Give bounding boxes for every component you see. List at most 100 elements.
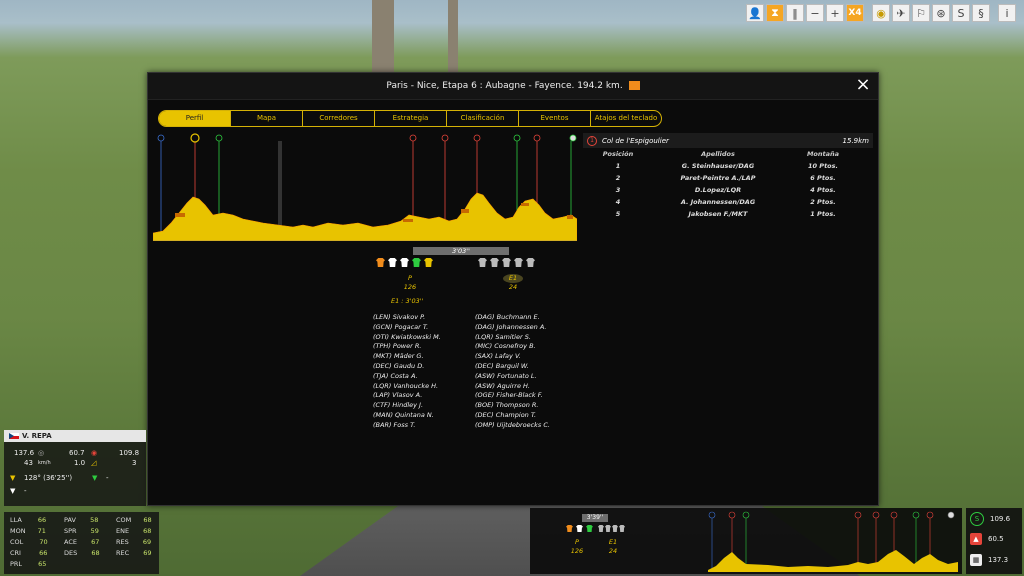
stat-prl: PRL 65 <box>10 560 47 568</box>
list-item[interactable]: (DEC) Gaudu D. <box>373 362 441 372</box>
cell-name: A. Johannessen/DAG <box>680 198 756 206</box>
sprint-marker-icon <box>513 134 521 142</box>
mini-elevation-profile <box>708 550 958 572</box>
hourglass-icon[interactable]: ⧗ <box>766 4 784 22</box>
green-jersey-icon: ▼ <box>92 474 98 482</box>
list-item[interactable]: (DAG) Buchmann E. <box>475 313 550 323</box>
list-item[interactable]: (MAN) Quintana N. <box>373 411 441 421</box>
lead-group-jerseys[interactable] <box>376 258 433 267</box>
list-item[interactable]: (LAP) Vlasov A. <box>373 391 441 401</box>
table-row[interactable]: 5 Jakobsen F./MKT 1 Ptos. <box>583 208 873 220</box>
list-item[interactable]: (DAG) Johannessen A. <box>475 323 550 333</box>
tab-corredores[interactable]: Corredores <box>303 111 375 126</box>
stat-com: COM 68 <box>116 516 152 524</box>
table-row[interactable]: 3 D.Lopez/LQR 4 Ptos. <box>583 184 873 196</box>
stage-profile-chart[interactable] <box>153 133 577 241</box>
rider-ranking: 128° (36'25'') <box>24 474 73 482</box>
close-button[interactable]: × <box>854 76 872 95</box>
group-riders-col2: (DAG) Buchmann E. (DAG) Johannessen A. (… <box>475 313 550 431</box>
stat-ene: ENE 68 <box>116 527 152 535</box>
list-item[interactable]: (OTI) Kwiatkowski M. <box>373 333 441 343</box>
climb-marker-icon <box>872 511 880 519</box>
jersey-icon <box>526 258 535 267</box>
helicopter-icon[interactable]: ✈ <box>892 4 910 22</box>
list-item[interactable]: (GCN) Pogacar T. <box>373 323 441 333</box>
list-item[interactable]: (BAR) Foss T. <box>373 421 441 431</box>
table-row[interactable]: 2 Paret-Peintre A./LAP 6 Ptos. <box>583 172 873 184</box>
mini-race-panel[interactable]: 3'39'' P 126 E1 24 <box>530 508 962 574</box>
speed-button[interactable]: X4 <box>846 4 864 22</box>
list-item[interactable]: (ASW) Aguirre H. <box>475 382 550 392</box>
strategy-icon[interactable]: § <box>972 4 990 22</box>
jersey-icon <box>566 525 573 532</box>
chase-group-jerseys[interactable] <box>478 258 535 267</box>
minus-icon[interactable]: − <box>806 4 824 22</box>
speed-unit: km/h <box>38 460 51 466</box>
tab-clasificacion[interactable]: Clasificación <box>447 111 519 126</box>
group-gap-bar: 3'03'' <box>413 247 509 255</box>
dialog-titlebar: Paris - Nice, Etapa 6 : Aubagne - Fayenc… <box>148 73 878 100</box>
tab-atajos[interactable]: Atajos del teclado <box>591 111 661 126</box>
stat-cri: CRI 66 <box>10 549 48 557</box>
sprint-icon[interactable]: S <box>952 4 970 22</box>
pause-icon[interactable]: ‖ <box>786 4 804 22</box>
list-item[interactable]: (BOE) Thompson R. <box>475 401 550 411</box>
list-item[interactable]: (TPH) Power R. <box>373 342 441 352</box>
elevation-profile <box>153 192 577 241</box>
wheel-icon[interactable]: ⊛ <box>932 4 950 22</box>
moto-icon[interactable]: ⚐ <box>912 4 930 22</box>
chase-group-label[interactable]: E1 <box>503 274 523 283</box>
jersey-icon <box>502 258 511 267</box>
list-item[interactable]: (OGE) Fisher-Black F. <box>475 391 550 401</box>
list-item[interactable]: (DEC) Champion T. <box>475 411 550 421</box>
table-row[interactable]: 1 G. Steinhauser/DAG 10 Ptos. <box>583 160 873 172</box>
list-item[interactable]: (TJA) Costa A. <box>373 372 441 382</box>
stage-flag-icon <box>628 81 640 90</box>
right-stats-panel: S 109.6 ▲ 60.5 ▦ 137.3 <box>966 508 1022 574</box>
rider-name-bar[interactable]: V. REPA <box>4 430 146 442</box>
rider-panel[interactable]: V. REPA 137.6 ◎ 60.7 ◉ 109.8 43 km/h 1.0… <box>4 430 146 506</box>
list-item[interactable]: (DEC) Barguil W. <box>475 362 550 372</box>
rider-name: V. REPA <box>22 432 52 440</box>
tab-perfil[interactable]: Perfil <box>159 111 231 126</box>
sprint-marker-icon <box>912 511 920 519</box>
climb-ranking: 1 Col de l'Espigoulier 15.9km Posición A… <box>583 133 873 220</box>
plus-icon[interactable]: + <box>826 4 844 22</box>
cell-name: G. Steinhauser/DAG <box>681 162 755 170</box>
stat-lla: LLA 66 <box>10 516 47 524</box>
stat-des: DES 68 <box>64 549 100 557</box>
rider-white-value: - <box>24 487 27 495</box>
stat-pav: PAV 58 <box>64 516 99 524</box>
rider-icon[interactable]: 👤 <box>746 4 764 22</box>
table-row[interactable]: 4 A. Johannessen/DAG 2 Ptos. <box>583 196 873 208</box>
list-item[interactable]: (LEN) Sivakov P. <box>373 313 441 323</box>
jersey-icon <box>412 258 421 267</box>
cell-points: 1 Ptos. <box>810 210 836 218</box>
tab-estrategia[interactable]: Estrategia <box>375 111 447 126</box>
group-riders-col1: (LEN) Sivakov P. (GCN) Pogacar T. (OTI) … <box>373 313 441 431</box>
cell-name: Jakobsen F./MKT <box>688 210 748 218</box>
tab-eventos[interactable]: Eventos <box>519 111 591 126</box>
list-item[interactable]: (MKT) Mäder G. <box>373 352 441 362</box>
list-item[interactable]: (OMP) Uijtdebroecks C. <box>475 421 550 431</box>
mini-profile-chart[interactable] <box>708 510 958 572</box>
list-item[interactable]: (LQR) Samitier S. <box>475 333 550 343</box>
rider-stats: LLA 66 MON 71 COL 70 CRI 66 PRL 65 PAV 5… <box>4 512 159 574</box>
list-item[interactable]: (ASW) Fortunato L. <box>475 372 550 382</box>
cell-points: 2 Ptos. <box>810 198 836 206</box>
mini-chase-label: E1 <box>608 538 618 546</box>
list-item[interactable]: (MIC) Cosnefroy B. <box>475 342 550 352</box>
info-button[interactable]: i <box>998 4 1016 22</box>
col-posicion: Posición <box>602 150 634 158</box>
list-item[interactable]: (SAX) Lafay V. <box>475 352 550 362</box>
eye-icon[interactable]: ◉ <box>872 4 890 22</box>
tab-mapa[interactable]: Mapa <box>231 111 303 126</box>
finish-distance: 137.3 <box>988 556 1009 564</box>
list-item[interactable]: (CTF) Hindley J. <box>373 401 441 411</box>
climb-marker-icon <box>409 134 417 142</box>
jersey-icon <box>514 258 523 267</box>
list-item[interactable]: (LQR) Vanhoucke H. <box>373 382 441 392</box>
climb-marker-icon <box>728 511 736 519</box>
stat-col: COL 70 <box>10 538 48 546</box>
stat-spr: SPR 59 <box>64 527 99 535</box>
